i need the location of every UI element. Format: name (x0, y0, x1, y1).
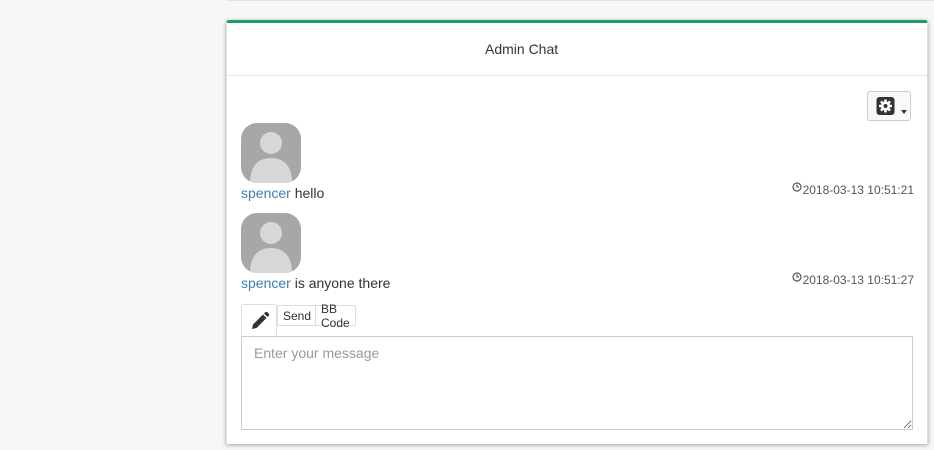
admin-chat-panel: Admin Chat spencer hello 2018-03-13 10:5… (226, 20, 928, 444)
avatar (241, 123, 301, 183)
message-timestamp: 2018-03-13 10:51:21 (791, 182, 914, 197)
settings-dropdown-button[interactable] (867, 91, 911, 121)
message-text: is anyone there (294, 275, 391, 291)
message-line: spencer is anyone there (241, 275, 390, 291)
message-username-link[interactable]: spencer (241, 275, 291, 291)
panel-header: Admin Chat (227, 23, 927, 76)
message-line: spencer hello (241, 185, 324, 201)
avatar (241, 213, 301, 273)
clock-icon (791, 272, 802, 282)
write-tab[interactable] (241, 304, 277, 336)
message-timestamp: 2018-03-13 10:51:27 (791, 272, 914, 287)
clock-icon (791, 182, 802, 192)
bbcode-button[interactable]: BB Code (315, 302, 356, 330)
caret-down-icon (901, 110, 907, 114)
message-input[interactable] (241, 336, 913, 430)
chat-message: spencer hello 2018-03-13 10:51:21 (241, 123, 914, 203)
pencil-icon (252, 311, 270, 329)
gear-icon (876, 97, 895, 115)
message-text: hello (294, 185, 325, 201)
chat-message: spencer is anyone there 2018-03-13 10:51… (241, 213, 914, 293)
send-button[interactable]: Send (277, 305, 317, 326)
top-divider (226, 0, 934, 1)
timestamp-text: 2018-03-13 10:51:21 (802, 183, 914, 197)
timestamp-text: 2018-03-13 10:51:27 (802, 273, 914, 287)
panel-title: Admin Chat (485, 41, 559, 57)
message-username-link[interactable]: spencer (241, 185, 291, 201)
